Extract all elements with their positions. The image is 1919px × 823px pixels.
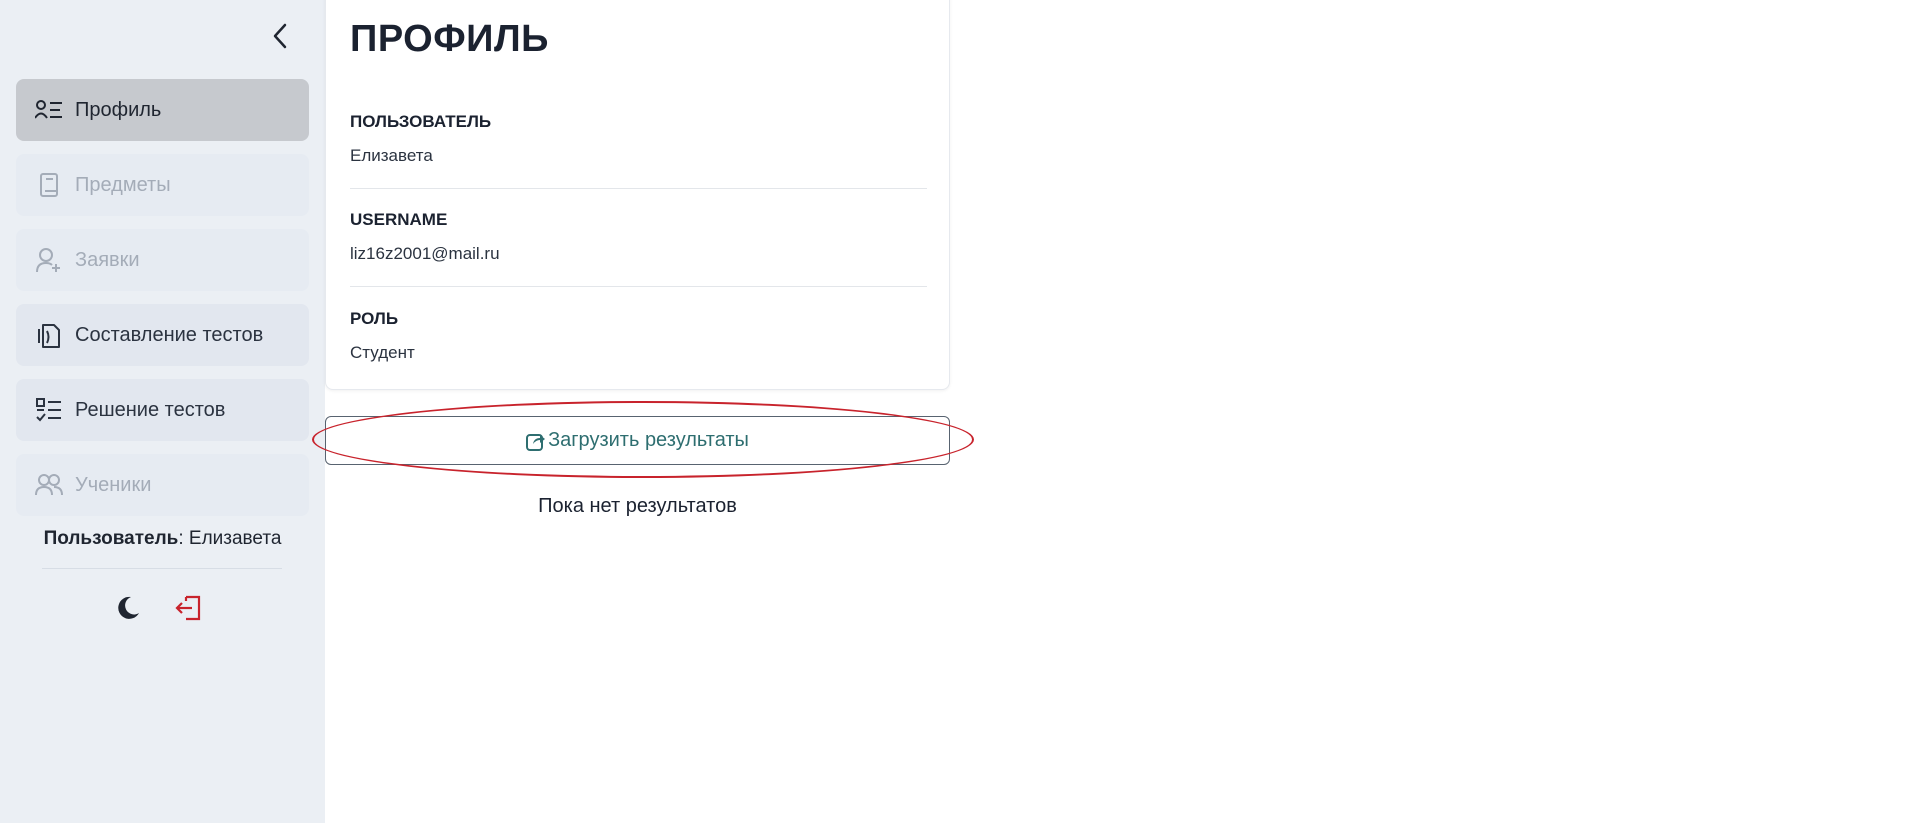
sidebar-item-label: Решение тестов [75,398,226,421]
field-label-user: ПОЛЬЗОВАТЕЛЬ [350,112,492,131]
chevron-left-icon[interactable] [268,22,292,50]
share-icon [526,431,546,451]
user-add-icon [35,246,63,274]
sidebar-item-label: Ученики [75,473,152,496]
field-divider [350,286,927,287]
page-title: ПРОФИЛЬ [350,18,549,60]
sidebar-item-label: Профиль [75,98,162,121]
book-icon [35,171,63,199]
field-value-role: Студент [350,343,415,362]
upload-results-label: Загрузить результаты [548,429,749,451]
user-name: Елизавета [188,528,282,549]
sidebar-item-test-creation[interactable]: Составление тестов [16,304,309,366]
sidebar-item-subjects[interactable]: Предметы [16,154,309,216]
sidebar-item-students[interactable]: Ученики [16,454,309,516]
field-value-user: Елизавета [350,146,433,165]
user-separator: : [178,528,189,549]
sidebar-item-label: Составление тестов [75,323,264,346]
profile-list-icon [35,96,63,124]
sidebar-item-requests[interactable]: Заявки [16,229,309,291]
checklist-icon [35,396,63,424]
sidebar-user-info: Пользователь: Елизавета [0,528,325,550]
moon-icon[interactable] [113,592,143,624]
upload-results-button[interactable]: Загрузить результаты [325,416,950,465]
empty-results-text: Пока нет результатов [538,495,737,517]
field-divider [350,188,927,189]
field-label-username: USERNAME [350,210,448,229]
users-icon [35,471,63,499]
sidebar: Профиль Предметы Заявки Составление тест… [0,0,325,823]
sidebar-item-label: Предметы [75,173,171,196]
sidebar-divider [42,568,282,569]
sidebar-item-label: Заявки [75,248,140,271]
documents-icon [35,321,63,349]
user-prefix: Пользователь [43,528,179,549]
field-label-role: РОЛЬ [350,309,399,328]
sidebar-item-test-solving[interactable]: Решение тестов [16,379,309,441]
field-value-username: liz16z2001@mail.ru [350,244,500,263]
sidebar-item-profile[interactable]: Профиль [16,79,309,141]
logout-icon[interactable] [172,592,204,624]
